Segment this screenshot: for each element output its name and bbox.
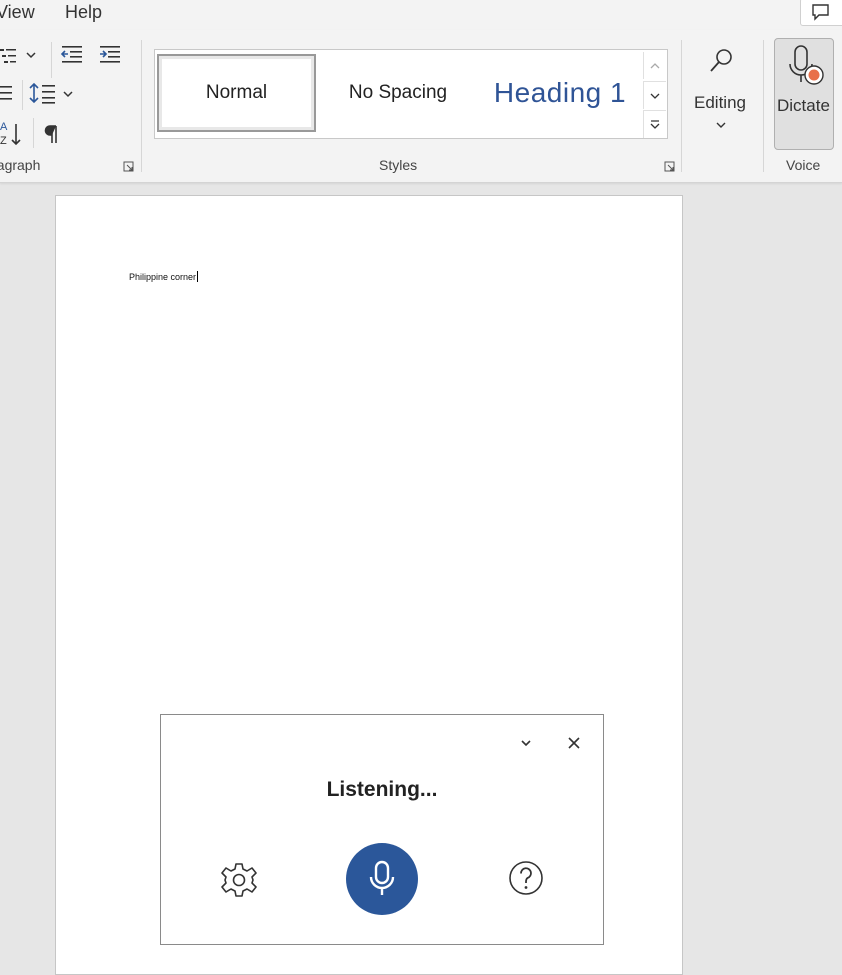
line-spacing-icon[interactable] [28,82,76,106]
separator [141,40,142,172]
menu-help[interactable]: Help [65,2,102,23]
paragraph-dialog-launcher-icon[interactable] [123,161,134,172]
gallery-more-button[interactable] [643,110,666,138]
microphone-button[interactable] [346,843,418,915]
increase-indent-icon[interactable] [98,45,122,65]
separator [33,118,34,148]
style-no-spacing[interactable]: No Spacing [318,54,478,132]
decrease-indent-icon[interactable] [60,45,84,65]
separator [51,42,52,78]
collapse-panel-button[interactable] [520,739,532,748]
search-icon [710,49,732,72]
comment-icon [812,4,829,21]
help-icon[interactable] [508,860,544,896]
close-icon[interactable] [568,737,580,749]
record-indicator-icon [808,69,820,81]
styles-gallery: Normal No Spacing Heading 1 [154,49,668,139]
comments-button[interactable] [800,0,842,26]
sort-icon[interactable]: A Z [0,120,24,148]
dictation-status: Listening... [326,778,438,801]
voice-group-label: Voice [786,157,821,173]
styles-group-label: Styles [379,157,418,173]
styles-dialog-launcher-icon[interactable] [664,161,675,172]
separator [763,40,764,172]
document-text: Philippine corner [129,272,197,282]
svg-text:A: A [0,121,8,133]
dictate-mic-icon [789,45,824,85]
microphone-icon [369,860,395,895]
chevron-down-icon [716,122,726,128]
gallery-scroll-down-button[interactable] [643,81,666,109]
chevron-up-icon [650,62,660,68]
justify-icon[interactable] [0,84,14,104]
show-formatting-marks-icon[interactable] [44,124,60,144]
separator [681,40,682,172]
editing-label: Editing [694,93,746,112]
menu-bar: View Help [0,0,842,30]
menu-view[interactable]: View [0,2,35,23]
multilevel-list-icon[interactable] [0,46,40,66]
style-normal[interactable]: Normal [157,54,316,132]
separator [22,80,23,110]
style-normal-label: Normal [205,82,268,103]
dictate-label: Dictate [777,96,830,115]
svg-text:Z: Z [0,135,7,147]
paragraph-group-label: Paragraph [0,157,41,173]
gear-icon[interactable] [220,861,258,899]
ribbon: A Z Paragraph Normal No Spacing Heading … [0,30,842,183]
style-heading-1[interactable]: Heading 1 [485,54,635,132]
dictation-panel: Listening... [160,714,604,945]
chevron-down-icon [650,93,660,99]
expand-gallery-icon [650,119,660,129]
style-heading-1-label: Heading 1 [493,77,627,108]
document-body[interactable]: Philippine corner [129,271,199,282]
text-cursor [197,271,199,282]
style-no-spacing-label: No Spacing [348,82,448,103]
gallery-scroll-up-button[interactable] [643,52,666,79]
